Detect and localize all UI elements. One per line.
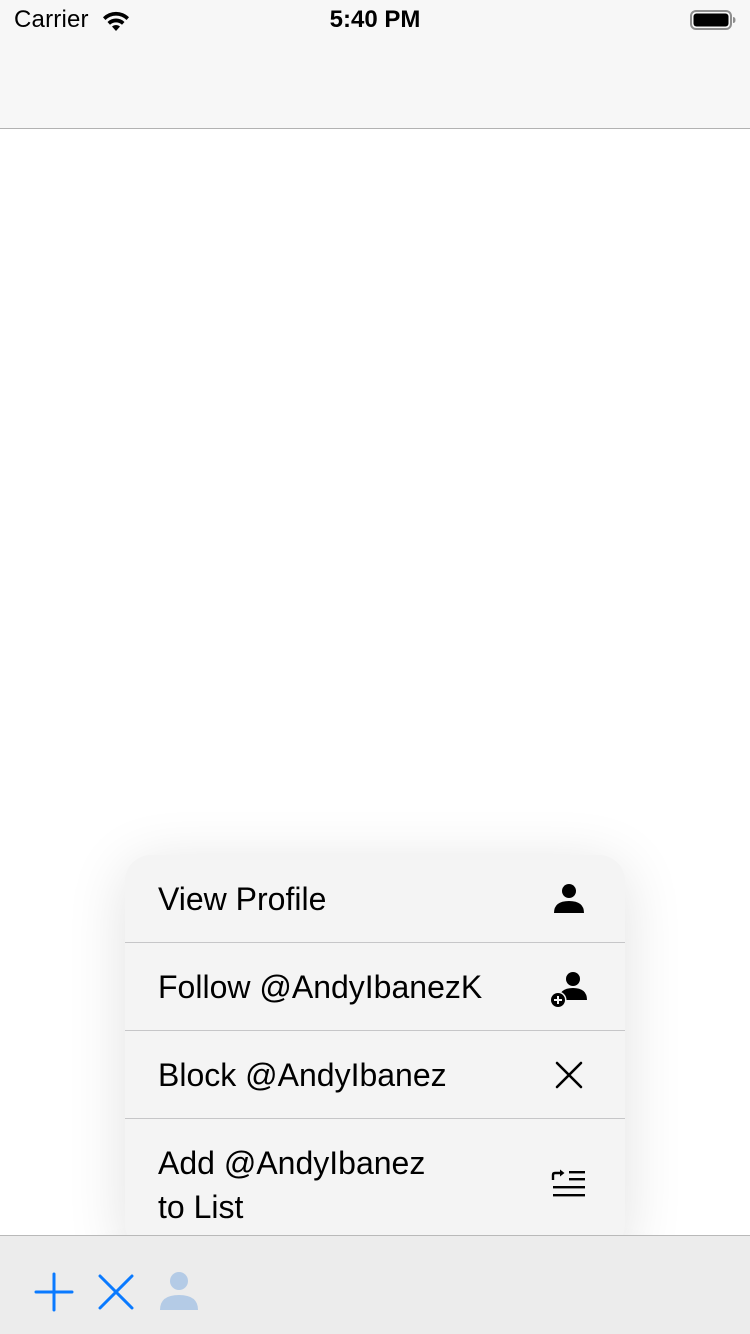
xmark-icon	[555, 1061, 583, 1089]
list-add-icon	[551, 1169, 585, 1197]
menu-item-label-line1: Add @AndyIbanez	[158, 1145, 426, 1181]
menu-item-label: Add @AndyIbanez to List	[158, 1141, 425, 1229]
status-time: 5:40 PM	[329, 6, 421, 33]
plus-icon[interactable]	[32, 1270, 76, 1314]
menu-item-view-profile[interactable]: View Profile	[125, 855, 625, 942]
menu-item-add-to-list[interactable]: Add @AndyIbanez to List	[125, 1119, 625, 1250]
menu-item-label-line2: to List	[158, 1189, 244, 1225]
battery-icon	[690, 10, 736, 30]
menu-item-label: View Profile	[158, 881, 327, 917]
menu-item-label: Follow @AndyIbanezK	[158, 969, 483, 1005]
status-bar: Carrier 5:40 PM	[0, 0, 750, 40]
xmark-icon[interactable]	[94, 1270, 138, 1314]
menu-item-follow[interactable]: Follow @AndyIbanezK	[125, 943, 625, 1030]
bottom-toolbar	[0, 1235, 750, 1334]
person-icon	[554, 884, 584, 913]
person-icon[interactable]	[157, 1270, 201, 1314]
navigation-bar	[0, 40, 750, 129]
person-add-icon	[549, 972, 587, 1009]
app-screen: Carrier 5:40 PM View Profile Follow @And…	[0, 0, 750, 1334]
menu-item-label: Block @AndyIbanez	[158, 1057, 447, 1093]
context-menu: View Profile Follow @AndyIbanezK Block @…	[125, 855, 625, 1250]
menu-item-block[interactable]: Block @AndyIbanez	[125, 1031, 625, 1118]
